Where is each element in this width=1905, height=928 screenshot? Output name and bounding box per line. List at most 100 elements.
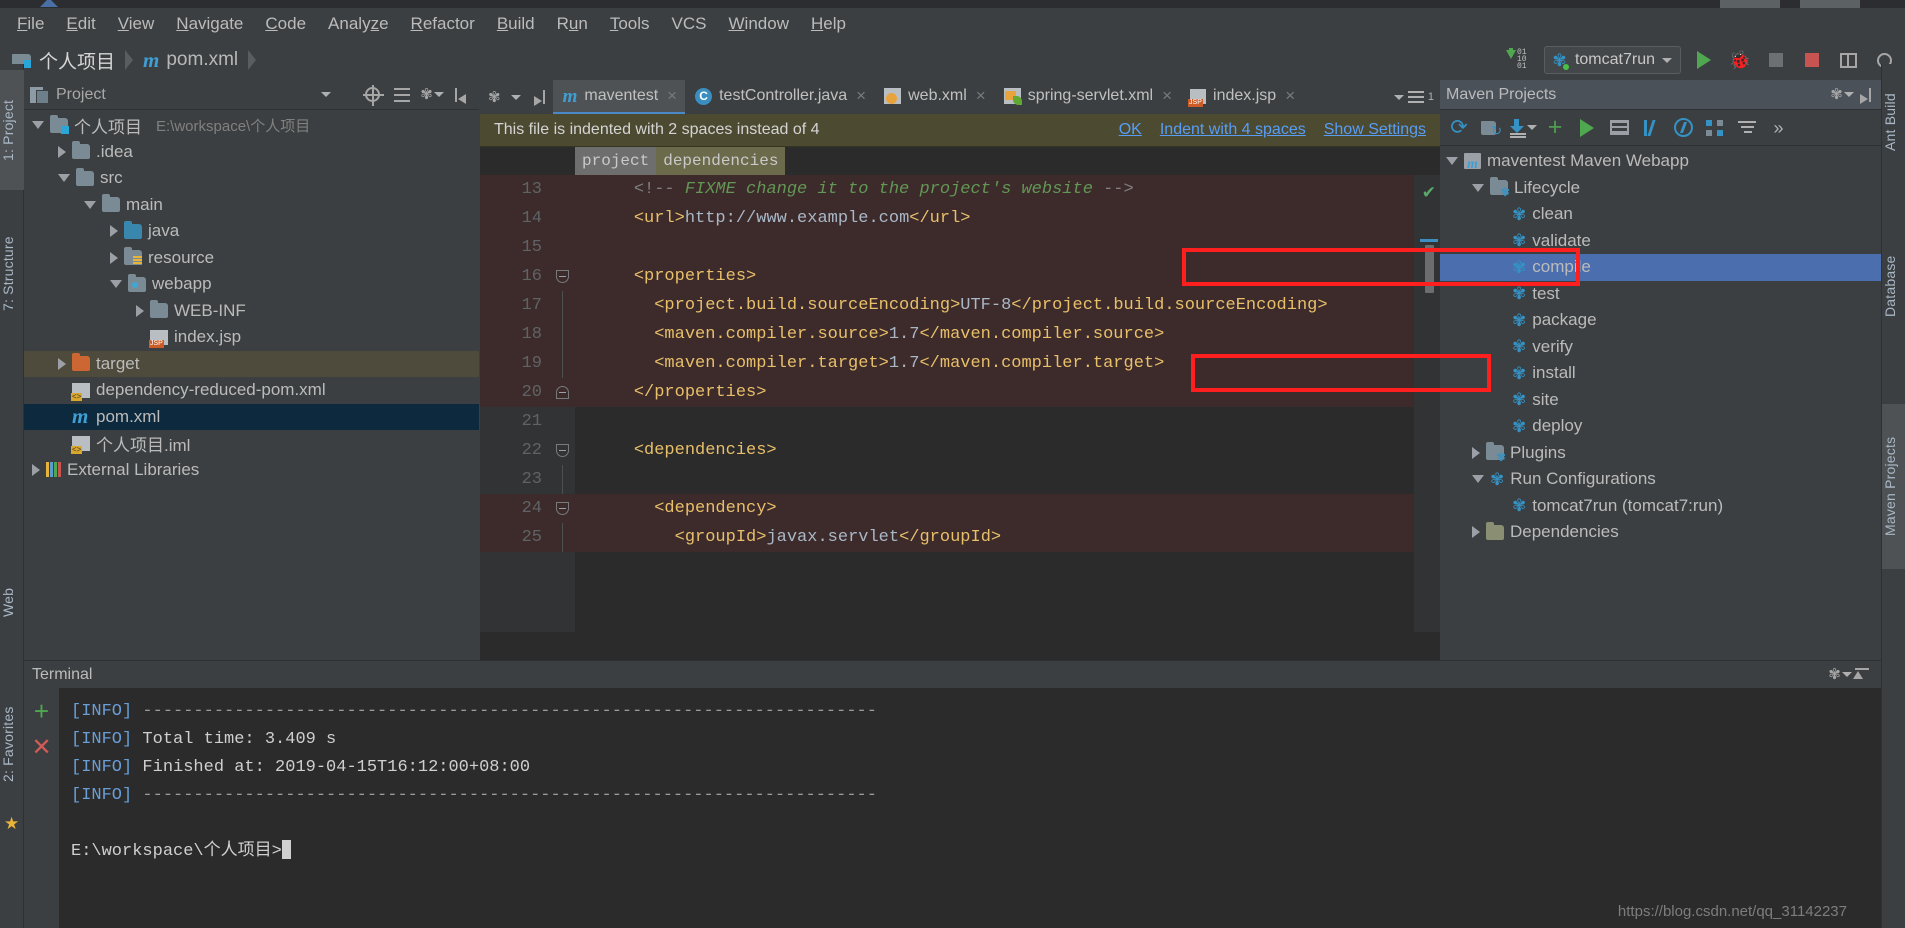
- collapse-arrow-icon[interactable]: [58, 174, 70, 183]
- notification-indent-action[interactable]: Indent with 4 spaces: [1160, 121, 1306, 139]
- expand-arrow-icon[interactable]: [58, 357, 66, 370]
- hide-panel-button[interactable]: [451, 84, 473, 106]
- tab-list-chevron-icon[interactable]: [1393, 94, 1404, 100]
- maven-tree-node-lifecycle[interactable]: Lifecycle: [1440, 175, 1881, 202]
- menu-item-refactor[interactable]: Refactor: [400, 11, 486, 37]
- sidebar-item-web[interactable]: Web: [0, 569, 24, 635]
- maven-tree-node-maventest[interactable]: maventest Maven Webapp: [1440, 148, 1881, 175]
- collapse-all-maven-button[interactable]: [1732, 113, 1762, 143]
- scroll-from-source-button[interactable]: [361, 84, 384, 106]
- menu-item-vcs[interactable]: VCS: [661, 11, 718, 37]
- notification-ok-action[interactable]: OK: [1119, 121, 1142, 139]
- breadcrumb-project[interactable]: 个人项目: [8, 47, 119, 74]
- menu-item-run[interactable]: Run: [546, 11, 599, 37]
- close-icon[interactable]: ×: [667, 86, 677, 106]
- debug-button[interactable]: 🐞: [1727, 47, 1753, 73]
- editor-tab-testcontroller-java[interactable]: CtestController.java ×: [685, 80, 875, 114]
- collapse-arrow-icon[interactable]: [1472, 183, 1484, 192]
- maven-tree-node-clean[interactable]: ✾ clean: [1440, 201, 1881, 228]
- menu-item-view[interactable]: View: [107, 11, 166, 37]
- menu-item-code[interactable]: Code: [254, 11, 317, 37]
- menu-item-edit[interactable]: Edit: [55, 11, 106, 37]
- terminal-settings-button[interactable]: ✾: [1828, 664, 1852, 686]
- maven-settings-button[interactable]: ✾: [1830, 84, 1854, 106]
- new-session-button[interactable]: +: [34, 698, 49, 724]
- sidebar-item-project[interactable]: 1: Project: [0, 70, 24, 190]
- collapse-arrow-icon[interactable]: [1472, 475, 1484, 484]
- menu-item-tools[interactable]: Tools: [599, 11, 661, 37]
- editor-gear-icon[interactable]: ✾: [488, 90, 501, 105]
- close-icon[interactable]: ×: [1162, 86, 1172, 106]
- breadcrumb-xml-dependencies[interactable]: dependencies: [656, 147, 786, 175]
- editor-tab-spring-servlet-xml[interactable]: spring-servlet.xml ×: [993, 80, 1181, 114]
- toggle-skip-tests-button[interactable]: [1636, 113, 1666, 143]
- run-configuration-selector[interactable]: ✾ tomcat7run: [1543, 46, 1681, 74]
- project-tree-node[interactable]: dependency-reduced-pom.xml: [24, 377, 479, 404]
- expand-arrow-icon[interactable]: [58, 145, 66, 158]
- maven-more-button[interactable]: »: [1764, 113, 1794, 143]
- editor-scrollbar-thumb[interactable]: [1425, 245, 1434, 293]
- editor-gear-chevron-icon[interactable]: [510, 94, 521, 100]
- editor-tab-index-jsp[interactable]: index.jsp ×: [1180, 80, 1304, 114]
- menu-item-window[interactable]: Window: [718, 11, 800, 37]
- run-maven-goal-button[interactable]: [1572, 113, 1602, 143]
- notification-settings-action[interactable]: Show Settings: [1324, 121, 1426, 139]
- project-view-chevron-down-icon[interactable]: [321, 92, 331, 97]
- breadcrumb-file[interactable]: m pom.xml: [139, 49, 242, 71]
- sidebar-item-database[interactable]: Database: [1882, 234, 1905, 339]
- project-tree-node[interactable]: WEB-INF: [24, 298, 479, 325]
- project-tree-node[interactable]: External Libraries: [24, 457, 479, 484]
- download-sources-button[interactable]: [1508, 113, 1538, 143]
- maven-tree-node-plugins[interactable]: Plugins: [1440, 440, 1881, 467]
- maven-tree-node-validate[interactable]: ✾ validate: [1440, 228, 1881, 255]
- fold-marker[interactable]: [550, 349, 575, 378]
- close-icon[interactable]: ×: [856, 86, 866, 106]
- run-with-coverage-button[interactable]: [1763, 47, 1789, 73]
- project-tree-node[interactable]: .idea: [24, 139, 479, 166]
- project-tree-node[interactable]: index.jsp: [24, 324, 479, 351]
- tab-list-icon[interactable]: [1407, 91, 1424, 103]
- menu-item-help[interactable]: Help: [800, 11, 857, 37]
- editor-tab-maventest[interactable]: m maventest ×: [552, 80, 686, 114]
- maven-tree-node-package[interactable]: ✾ package: [1440, 307, 1881, 334]
- project-tree-node[interactable]: 个人项目 E:\workspace\个人项目: [24, 112, 479, 139]
- code-editor[interactable]: 13 <!-- FIXME change it to the project's…: [480, 175, 1440, 632]
- expand-arrow-icon[interactable]: [110, 225, 118, 238]
- add-maven-project-button[interactable]: +: [1540, 113, 1570, 143]
- expand-arrow-icon[interactable]: [110, 251, 118, 264]
- project-tree-node[interactable]: webapp: [24, 271, 479, 298]
- fold-marker[interactable]: [550, 523, 575, 552]
- project-settings-button[interactable]: ✾: [420, 84, 444, 106]
- collapse-all-button[interactable]: [391, 84, 413, 106]
- project-tree-node[interactable]: resource: [24, 245, 479, 272]
- menu-item-navigate[interactable]: Navigate: [165, 11, 254, 37]
- project-tree-node[interactable]: target: [24, 350, 479, 377]
- editor-hide-icon[interactable]: [531, 90, 545, 104]
- fold-marker[interactable]: [550, 386, 575, 399]
- sidebar-item-ant-build[interactable]: Ant Build: [1882, 70, 1905, 175]
- layout-button[interactable]: [1835, 47, 1861, 73]
- sidebar-item-structure[interactable]: 7: Structure: [0, 204, 24, 344]
- terminal-body[interactable]: + ✕ [INFO] -----------------------------…: [24, 688, 1881, 928]
- menu-item-build[interactable]: Build: [486, 11, 546, 37]
- expand-arrow-icon[interactable]: [136, 304, 144, 317]
- collapse-arrow-icon[interactable]: [1446, 157, 1458, 166]
- terminal-hide-button[interactable]: [1851, 664, 1873, 686]
- editor-marker-bar[interactable]: ✔: [1414, 175, 1440, 632]
- stop-button[interactable]: [1799, 47, 1825, 73]
- close-session-button[interactable]: ✕: [31, 736, 51, 760]
- maven-tree-node-install[interactable]: ✾ install: [1440, 360, 1881, 387]
- project-tree-node[interactable]: java: [24, 218, 479, 245]
- close-icon[interactable]: ×: [1285, 86, 1295, 106]
- maven-tree-node-dependencies[interactable]: Dependencies: [1440, 519, 1881, 546]
- window-control-minimize[interactable]: [1720, 0, 1780, 8]
- project-tree-node[interactable]: 个人项目.iml: [24, 430, 479, 457]
- menu-item-analyze[interactable]: Analyze: [317, 11, 400, 37]
- maven-tree-node-run[interactable]: ✾ Run Configurations: [1440, 466, 1881, 493]
- maven-tree-node-test[interactable]: ✾ test: [1440, 281, 1881, 308]
- maven-tree-node-compile[interactable]: ✾ compile: [1440, 254, 1881, 281]
- generate-sources-button[interactable]: [1476, 113, 1506, 143]
- fold-marker[interactable]: [550, 320, 575, 349]
- show-dependencies-button[interactable]: [1700, 113, 1730, 143]
- fold-marker[interactable]: [550, 465, 575, 494]
